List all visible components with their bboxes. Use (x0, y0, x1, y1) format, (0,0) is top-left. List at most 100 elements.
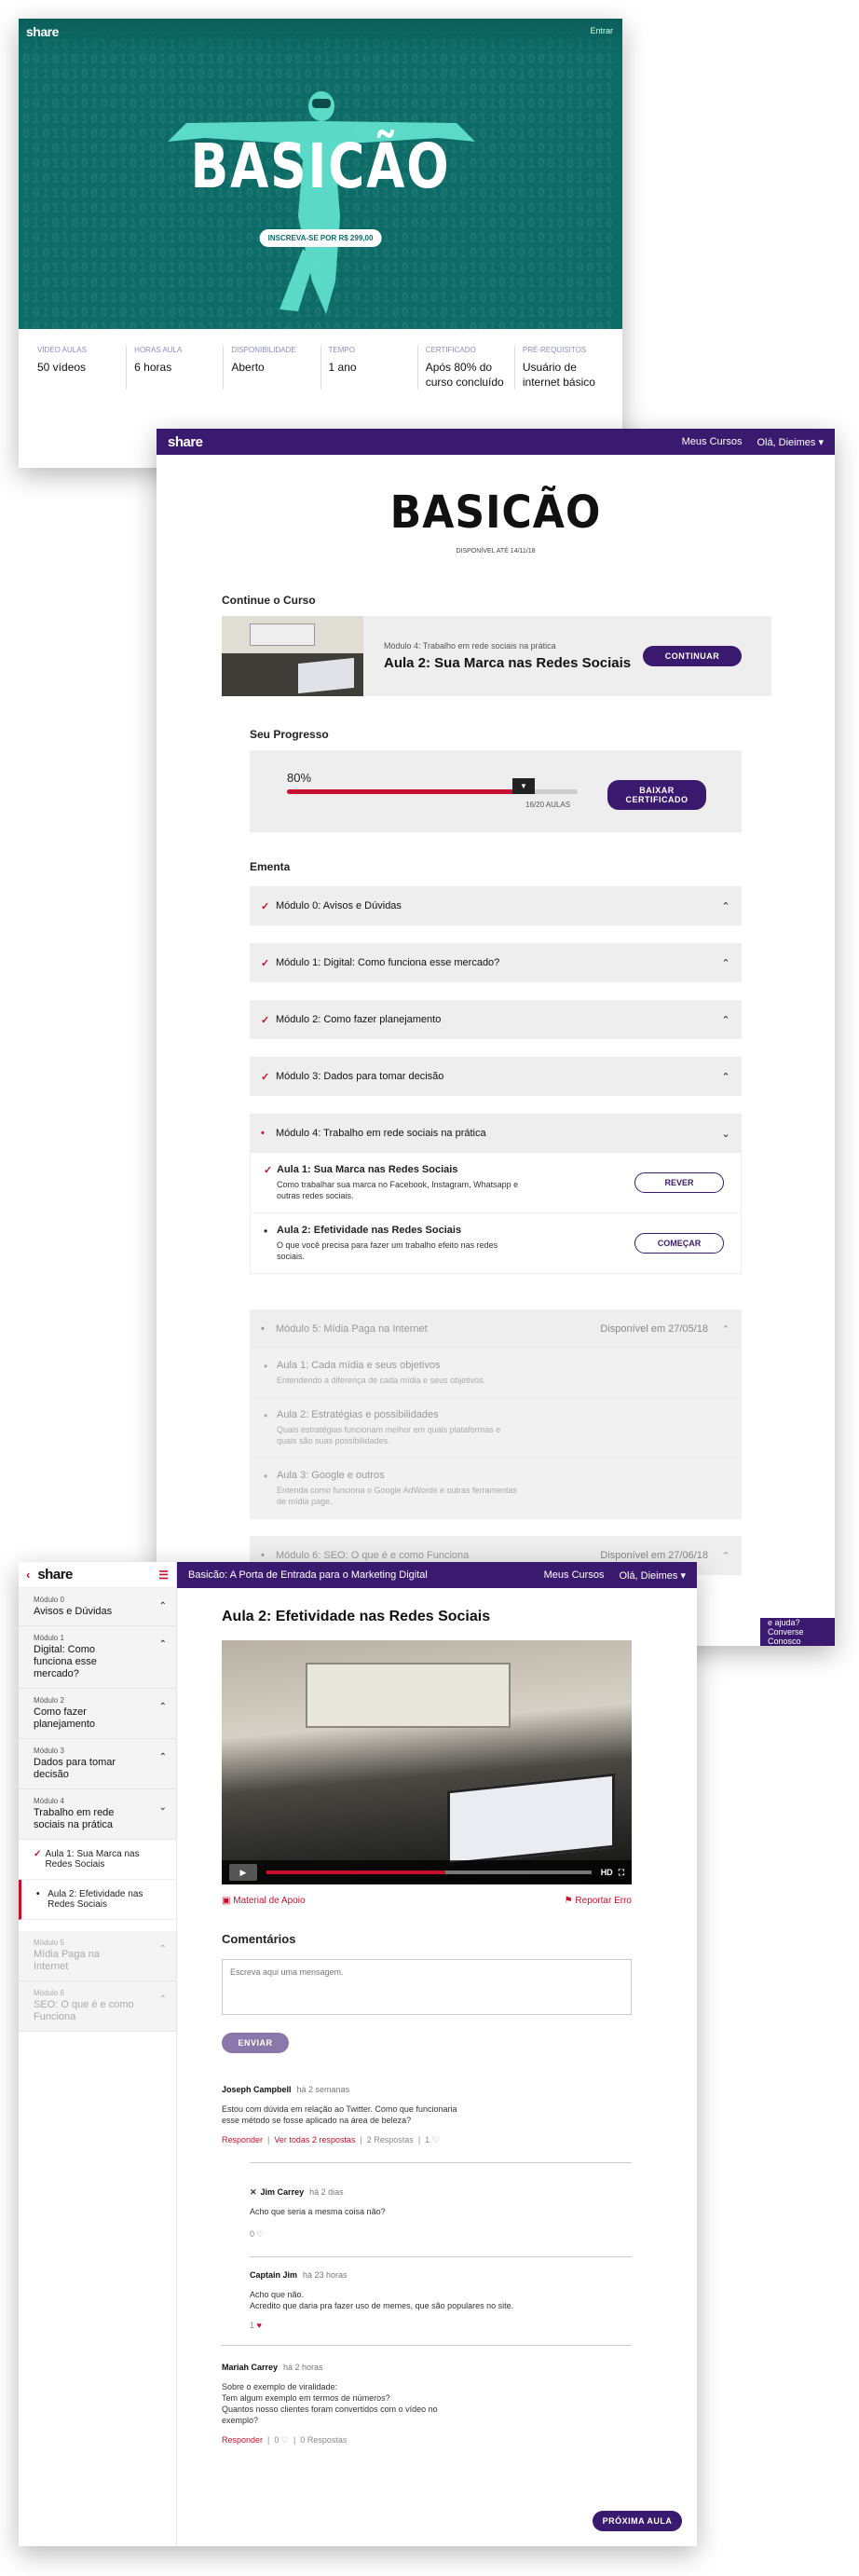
bullet-icon: • (264, 1409, 268, 1422)
sidebar-module[interactable]: Módulo 3 Dados para tomar decisão ⌃ (19, 1739, 176, 1789)
chevron-up-icon[interactable]: ⌃ (721, 900, 730, 912)
hd-toggle[interactable]: HD (601, 1868, 613, 1877)
user-menu[interactable]: Olá, Dieimes ▾ (619, 1569, 686, 1582)
comment-text: Estou com dúvida em relação ao Twitter. … (222, 2104, 457, 2125)
landing-screen: 1010101100101011100110101010110010101101… (19, 19, 622, 468)
info-value: 1 ano (328, 361, 357, 374)
lesson-title: Aula 2: Estratégias e possibilidades (277, 1409, 439, 1420)
comment-author: Captain Jim (250, 2270, 298, 2280)
progress-fill (287, 789, 520, 794)
close-icon[interactable]: ✕ (250, 2187, 257, 2197)
fullscreen-icon[interactable]: ⛶ (619, 1868, 624, 1878)
user-greeting: Olá, Dieimes (619, 1569, 678, 1582)
module-row-locked[interactable]: • Módulo 5: Mídia Paga na Internet Disponí… (250, 1309, 742, 1349)
lesson-title: Aula 1: Sua Marca nas Redes Sociais (277, 1164, 458, 1175)
user-menu[interactable]: Olá, Dieimes ▾ (757, 436, 824, 448)
caret-down-icon: ▾ (818, 436, 824, 448)
module-title: Avisos e Dúvidas (34, 1606, 113, 1617)
nav-my-courses[interactable]: Meus Cursos (544, 1569, 605, 1581)
top-nav: share Meus Cursos Olá, Dieimes ▾ (157, 429, 835, 455)
module-label: Módulo 3: Dados para tomar decisão (276, 1071, 444, 1082)
comment-time: há 2 horas (283, 2363, 323, 2372)
laptop-scene (447, 1773, 615, 1866)
module-number: Módulo 3 (34, 1747, 64, 1755)
chevron-up-icon[interactable]: ⌃ (721, 957, 730, 969)
sidebar-module-locked[interactable]: Módulo 6 SEO: O que é e como Funciona ⌃ (19, 1981, 176, 2032)
start-button[interactable]: COMEÇAR (634, 1233, 724, 1254)
module-row[interactable]: ✓ Módulo 2: Como fazer planejamento ⌃ (250, 1000, 742, 1039)
chevron-up-icon[interactable]: ⌃ (721, 1071, 730, 1083)
login-link[interactable]: Entrar (590, 26, 613, 35)
check-icon: ✓ (261, 900, 270, 912)
comment-input[interactable] (222, 1959, 632, 2015)
module-row[interactable]: ✓ Módulo 1: Digital: Como funciona esse m… (250, 943, 742, 982)
check-icon: ✓ (261, 1071, 270, 1083)
divider (222, 2345, 632, 2346)
chevron-up-icon[interactable]: ⌃ (721, 1323, 730, 1336)
check-icon: ✓ (34, 1849, 42, 1859)
course-info-strip: VÍDEO AULAS 50 vídeos HORAS AULA 6 horas D… (19, 329, 622, 406)
chevron-up-icon: ⌃ (158, 1639, 167, 1650)
play-icon[interactable]: ▶ (229, 1864, 257, 1881)
check-icon: ✓ (264, 1165, 273, 1176)
support-material-link[interactable]: ▣ Material de Apoio (222, 1896, 306, 1906)
chevron-up-icon[interactable]: ⌃ (721, 1014, 730, 1026)
heart-outline-icon[interactable]: ♡ (432, 2135, 440, 2144)
info-prerequisites: PRÉ-REQUISITOS Usuário de internet básico (513, 346, 611, 390)
bullet-icon: • (261, 1323, 265, 1335)
chevron-down-icon[interactable]: ⌄ (721, 1128, 730, 1140)
lesson-label: Aula 2: Efetividade nas Redes Sociais (48, 1889, 143, 1910)
send-comment-button[interactable]: ENVIAR (222, 2033, 289, 2053)
next-lesson-button[interactable]: PRÓXIMA AULA (593, 2511, 682, 2531)
video-player[interactable]: ▶ HD ⛶ (222, 1640, 632, 1884)
sidebar-module[interactable]: Módulo 2 Como fazer planejamento ⌃ (19, 1689, 176, 1739)
share-logo[interactable]: share (26, 24, 59, 39)
caret-down-icon: ▾ (680, 1569, 686, 1582)
heart-filled-icon[interactable]: ♥ (257, 2321, 262, 2330)
review-button[interactable]: REVER (634, 1172, 724, 1193)
info-value: 50 vídeos (37, 361, 87, 374)
signup-button[interactable]: INSCREVA-SE POR R$ 299,00 (259, 229, 382, 247)
comment: Joseph Campbell há 2 semanas Estou com dú… (222, 2085, 632, 2145)
module-row[interactable]: ✓ Módulo 3: Dados para tomar decisão ⌃ (250, 1057, 742, 1096)
certificate-flag-icon: ▼ (512, 778, 535, 794)
sidebar-module-locked[interactable]: Módulo 5 Mídia Paga na Internet ⌃ (19, 1931, 176, 1981)
sidebar-module-expanded[interactable]: Módulo 4 Trabalho em rede sociais na prát… (19, 1789, 176, 1840)
module-row-expanded[interactable]: • Módulo 4: Trabalho em rede sociais na p… (250, 1114, 742, 1153)
course-breadcrumb[interactable]: Basicão: A Porta de Entrada para o Marke… (188, 1569, 428, 1581)
progress-heading: Seu Progresso (250, 728, 329, 741)
heart-outline-icon[interactable]: ♡ (281, 2435, 289, 2445)
reply-link[interactable]: Responder (222, 2435, 263, 2445)
share-logo[interactable]: share (168, 434, 203, 450)
sidebar-lesson[interactable]: ✓ Aula 1: Sua Marca nas Redes Sociais (19, 1840, 176, 1880)
sidebar-module[interactable]: Módulo 0 Avisos e Dúvidas ⌃ (19, 1588, 176, 1626)
comment: Mariah Carrey há 2 horas Sobre o exemplo … (222, 2363, 632, 2446)
comment-time: há 2 dias (309, 2187, 344, 2197)
module-row[interactable]: ✓ Módulo 0: Avisos e Dúvidas ⌃ (250, 886, 742, 925)
sidebar-lesson-active[interactable]: • Aula 2: Efetividade nas Redes Sociais (19, 1880, 176, 1920)
nav-my-courses[interactable]: Meus Cursos (682, 436, 743, 447)
sidebar-module[interactable]: Módulo 1 Digital: Como funciona esse merc… (19, 1626, 176, 1689)
list-menu-icon[interactable]: ☰ (158, 1569, 169, 1582)
video-links: ▣ Material de Apoio ⚑ Reportar Erro (222, 1896, 632, 1906)
back-arrow-icon[interactable]: ‹ (26, 1568, 30, 1582)
reply-count: 2 Respostas (366, 2135, 414, 2144)
chevron-up-icon[interactable]: ⌃ (721, 1550, 730, 1562)
download-certificate-button[interactable]: BAIXAR CERTIFICADO (607, 780, 706, 810)
help-chat-link[interactable]: e ajuda? Converse Conosco (760, 1618, 835, 1646)
info-availability: DISPONIBILIDADE Aberto (223, 346, 320, 390)
see-replies-link[interactable]: Ver todas 2 respostas (274, 2135, 355, 2144)
report-error-link[interactable]: ⚑ Reportar Erro (565, 1896, 632, 1906)
lesson-main: Basicão: A Porta de Entrada para o Marke… (177, 1562, 697, 2546)
like-count: 1 (250, 2321, 255, 2330)
bullet-icon: • (264, 1470, 268, 1483)
module-availability: Disponível em 27/05/18 (600, 1323, 708, 1335)
share-logo[interactable]: share (37, 1567, 73, 1583)
module-label: Módulo 0: Avisos e Dúvidas (276, 900, 402, 911)
video-scrubber[interactable] (266, 1870, 592, 1874)
comment-text: Acho que seria a mesma coisa não? (250, 2207, 386, 2216)
reply-link[interactable]: Responder (222, 2135, 263, 2144)
comment-time: há 2 semanas (296, 2085, 350, 2094)
continue-button[interactable]: CONTINUAR (643, 646, 742, 666)
heart-outline-icon[interactable]: ♡ (257, 2229, 265, 2239)
